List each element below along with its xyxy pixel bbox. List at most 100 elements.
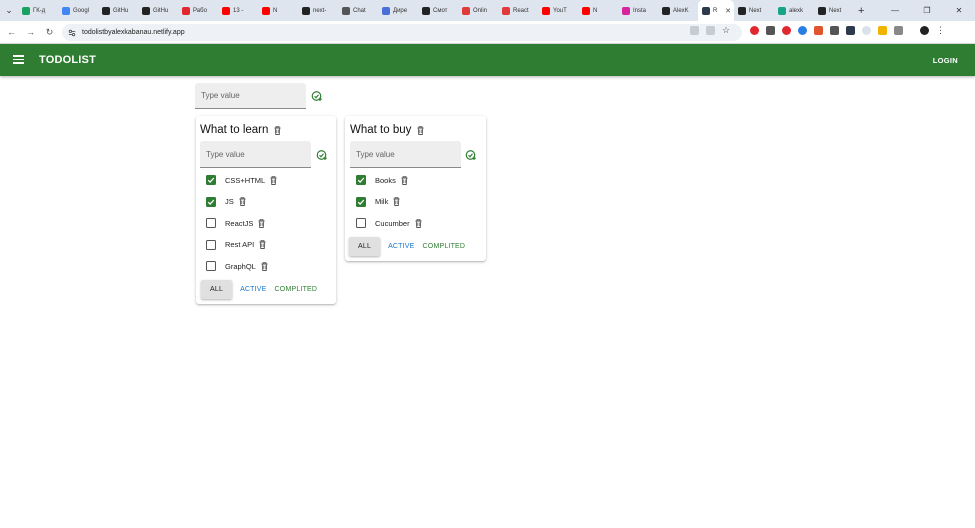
- browser-tab[interactable]: Next: [814, 0, 854, 21]
- delete-task-icon[interactable]: [415, 218, 422, 228]
- delete-todolist-icon[interactable]: [274, 125, 281, 135]
- todolist-title-text[interactable]: What to learn: [200, 124, 268, 136]
- browser-tab[interactable]: AlexK: [658, 0, 698, 21]
- filter-active-button[interactable]: ACTIVE: [388, 243, 414, 250]
- back-icon[interactable]: ←: [2, 27, 21, 37]
- browser-tab[interactable]: GitHu: [138, 0, 178, 21]
- add-todolist-icon[interactable]: [311, 90, 323, 102]
- login-button[interactable]: LOGIN: [933, 56, 958, 65]
- translate-icon[interactable]: [706, 26, 715, 35]
- browser-tab[interactable]: Chat: [338, 0, 378, 21]
- extension-dark-icon[interactable]: [846, 26, 855, 35]
- delete-task-icon[interactable]: [259, 240, 266, 249]
- new-todolist-input[interactable]: [195, 83, 306, 108]
- tab-favicon-icon: [262, 6, 270, 15]
- browser-tab[interactable]: Рабо: [178, 0, 218, 21]
- browser-tab[interactable]: Onlin: [458, 0, 498, 21]
- restore-icon[interactable]: ❐: [911, 6, 943, 15]
- task-item: ReactJS: [206, 218, 265, 228]
- browser-tab[interactable]: 13 -: [218, 0, 258, 21]
- delete-task-icon[interactable]: [239, 197, 246, 206]
- delete-todolist-icon[interactable]: [417, 125, 424, 135]
- task-label[interactable]: GraphQL: [225, 262, 256, 271]
- new-task-input[interactable]: [200, 141, 311, 167]
- task-label[interactable]: ReactJS: [225, 219, 253, 228]
- filter-completed-button[interactable]: COMPLITED: [275, 286, 318, 293]
- delete-task-icon[interactable]: [258, 218, 265, 228]
- browser-tab[interactable]: GitHu: [98, 0, 138, 21]
- browser-tab[interactable]: alexk: [774, 0, 814, 21]
- browser-tab[interactable]: YouT: [538, 0, 578, 21]
- filter-completed-button[interactable]: COMPLITED: [423, 243, 466, 250]
- close-window-icon[interactable]: ✕: [943, 6, 975, 15]
- browser-menu-icon[interactable]: ⋮: [936, 26, 945, 35]
- task-label[interactable]: Cucumber: [375, 219, 410, 228]
- extension-red-icon[interactable]: [782, 26, 791, 35]
- browser-tab[interactable]: Дире: [378, 0, 418, 21]
- tab-favicon-icon: [542, 6, 550, 15]
- task-label[interactable]: CSS+HTML: [225, 176, 265, 185]
- site-info-icon[interactable]: [68, 29, 76, 37]
- browser-tab[interactable]: React: [498, 0, 538, 21]
- extensions-row: ☆ ⋮: [690, 26, 952, 35]
- minimize-icon[interactable]: —: [879, 6, 911, 15]
- filter-all-button[interactable]: ALL: [201, 280, 233, 299]
- delete-task-icon[interactable]: [393, 197, 400, 206]
- task-label[interactable]: Rest API: [225, 240, 254, 249]
- profile-avatar-icon[interactable]: [920, 26, 929, 35]
- task-checkbox[interactable]: [206, 218, 216, 228]
- add-task-icon[interactable]: [316, 149, 328, 161]
- task-checkbox[interactable]: [356, 196, 366, 207]
- filter-all-button[interactable]: ALL: [349, 237, 381, 256]
- tab-favicon-icon: [222, 6, 230, 15]
- task-checkbox[interactable]: [206, 196, 216, 207]
- tab-label: Insta: [633, 7, 647, 14]
- close-tab-icon[interactable]: ✕: [725, 7, 731, 15]
- delete-task-icon[interactable]: [270, 175, 277, 185]
- new-task-field: [350, 141, 461, 168]
- task-label[interactable]: Books: [375, 176, 396, 185]
- bookmark-star-icon[interactable]: ☆: [722, 26, 731, 35]
- new-tab-button[interactable]: +: [858, 5, 864, 17]
- extension-doc-icon[interactable]: [766, 26, 775, 35]
- task-checkbox[interactable]: [206, 261, 216, 271]
- reload-icon[interactable]: ↻: [40, 27, 59, 38]
- delete-task-icon[interactable]: [261, 261, 268, 271]
- filter-active-button[interactable]: ACTIVE: [240, 286, 266, 293]
- url-bar[interactable]: todolistbyalexkabanau.netlify.app: [62, 24, 742, 41]
- extension-light-icon[interactable]: [862, 26, 871, 35]
- menu-icon[interactable]: [13, 55, 24, 64]
- extension-video-icon[interactable]: [830, 26, 839, 35]
- delete-task-icon[interactable]: [401, 175, 408, 185]
- task-label[interactable]: Milk: [375, 197, 388, 206]
- task-checkbox[interactable]: [206, 239, 216, 250]
- extension-yellow-icon[interactable]: [878, 26, 887, 35]
- task-checkbox[interactable]: [356, 218, 366, 228]
- browser-tab[interactable]: Googl: [58, 0, 98, 21]
- tab-favicon-icon: [778, 6, 786, 15]
- new-task-input[interactable]: [350, 141, 461, 167]
- task-checkbox[interactable]: [206, 175, 216, 185]
- browser-tab[interactable]: ГК-д: [18, 0, 58, 21]
- browser-tab-bar: ⌄ ГК-д Googl GitHu GitHu Рабо 13 - Nnext- Chat Д…: [0, 0, 975, 21]
- task-label[interactable]: JS: [225, 197, 234, 206]
- tab-label: Chat: [353, 7, 366, 14]
- todolist-title-text[interactable]: What to buy: [350, 124, 411, 136]
- browser-tab[interactable]: N: [578, 0, 618, 21]
- browser-tab-active[interactable]: R ✕: [698, 0, 734, 21]
- browser-tab[interactable]: next-: [298, 0, 338, 21]
- extension-orange-icon[interactable]: [814, 26, 823, 35]
- todolist-card-buy: What to buy Books Milk Cucumber ALL ACTIVE…: [345, 116, 486, 261]
- add-task-icon[interactable]: [465, 149, 477, 161]
- browser-tab[interactable]: N: [258, 0, 298, 21]
- browser-tab[interactable]: Insta: [618, 0, 658, 21]
- extension-adblock-icon[interactable]: [750, 26, 759, 35]
- tab-search-icon[interactable]: ⌄: [0, 0, 18, 21]
- extensions-puzzle-icon[interactable]: [894, 26, 903, 35]
- install-icon[interactable]: [690, 26, 699, 35]
- browser-tab[interactable]: Next: [734, 0, 774, 21]
- extension-blue-icon[interactable]: [798, 26, 807, 35]
- browser-tab[interactable]: Смот: [418, 0, 458, 21]
- task-checkbox[interactable]: [356, 175, 366, 185]
- forward-icon[interactable]: →: [21, 27, 40, 37]
